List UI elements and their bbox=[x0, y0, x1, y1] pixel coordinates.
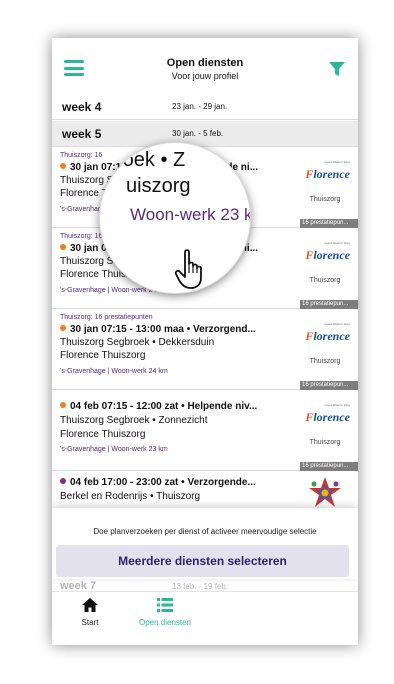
status-dot bbox=[60, 402, 66, 408]
sheet-hint: Doe planverzoeken per dienst of activeer… bbox=[93, 527, 317, 536]
status-dot bbox=[60, 325, 66, 331]
header-titles: Open diensten Voor jouw profiel bbox=[112, 57, 298, 81]
shift-card[interactable]: 04 feb 07:15 - 12:00 zat • Helpende niv.… bbox=[52, 391, 358, 471]
list-icon bbox=[157, 598, 173, 612]
org-label: Thuiszorg bbox=[309, 196, 341, 203]
status-dot bbox=[60, 478, 66, 484]
shift-time-title: 04 feb 07:15 - 12:00 zat • Helpende niv.… bbox=[60, 401, 292, 412]
points-badge: 16 prestatiepun... bbox=[300, 462, 358, 471]
week-range: 13 feb. - 19 feb. bbox=[172, 582, 229, 591]
points-badge: 16 prestatiepun... bbox=[300, 219, 358, 228]
florence-logo: Goed afstel in Zorg Florence bbox=[300, 403, 350, 431]
tab-open-diensten[interactable]: Open diensten bbox=[120, 598, 210, 627]
bottom-tab-bar: Start Open diensten bbox=[52, 591, 358, 645]
shift-time-title: 30 jan 07:15 - 13:00 maa • Verzorgend... bbox=[60, 324, 292, 335]
magnified-distance-text: Woon-werk 23 km bbox=[130, 205, 250, 224]
shift-location: Berkel en Rodenrijs • Thuiszorg bbox=[60, 491, 201, 502]
shift-organisation: Florence Thuiszorg bbox=[60, 429, 146, 440]
logo-wordmark: Florence bbox=[305, 329, 350, 343]
week-range: 23 jan. - 29 jan. bbox=[172, 102, 228, 111]
organisation-star-logo bbox=[309, 477, 341, 507]
shift-location: Thuiszorg Segbroek • Zonnezicht bbox=[60, 415, 208, 426]
logo-tagline: Goed afstel in Zorg bbox=[324, 241, 350, 245]
org-label: Thuiszorg bbox=[309, 277, 341, 284]
week-row-5[interactable]: week 5 30 jan. - 5 feb. bbox=[52, 121, 358, 147]
pointer-hand-icon bbox=[175, 249, 202, 289]
week-label: week 5 bbox=[62, 126, 102, 141]
shift-distance: 's-Gravenhage | Woon-werk 24 km bbox=[60, 368, 168, 375]
multi-select-sheet: Doe planverzoeken per dienst of activeer… bbox=[52, 508, 358, 579]
org-label: Thuiszorg bbox=[309, 358, 341, 365]
logo-tagline: Goed afstel in Zorg bbox=[324, 160, 350, 164]
florence-logo: Goed afstel in Zorg Florence bbox=[300, 241, 350, 269]
logo-tagline: Goed afstel in Zorg bbox=[324, 322, 350, 326]
points-badge: 16 prestatiepun... bbox=[300, 300, 358, 309]
hamburger-menu-icon[interactable] bbox=[64, 60, 84, 76]
florence-logo: Goed afstel in Zorg Florence bbox=[300, 322, 350, 350]
florence-logo: Goed afstel in Zorg Florence bbox=[300, 160, 350, 188]
org-label: Thuiszorg bbox=[309, 439, 341, 446]
points-badge: 16 prestatiepun... bbox=[300, 381, 358, 390]
shift-title-text: 04 feb 17:00 - 23:00 zat • Verzorgende..… bbox=[70, 477, 256, 488]
shift-organisation: Florence Thuiszorg bbox=[60, 350, 146, 361]
week-range: 30 jan. - 5 feb. bbox=[172, 129, 224, 138]
logo-wordmark: Florence bbox=[305, 248, 350, 262]
shift-distance: 's-Gravenhage | Woon-werk 23 km bbox=[60, 446, 168, 453]
home-icon bbox=[82, 598, 98, 612]
status-dot bbox=[60, 163, 66, 169]
shift-title-text: 30 jan 07:15 - 13:00 maa • Verzorgend... bbox=[70, 324, 256, 335]
status-dot bbox=[60, 244, 66, 250]
magnified-text: uiszorg bbox=[126, 175, 191, 197]
logo-wordmark: Florence bbox=[305, 167, 350, 181]
shift-title-text: 04 feb 07:15 - 12:00 zat • Helpende niv.… bbox=[70, 401, 258, 412]
filter-icon[interactable] bbox=[328, 60, 346, 78]
week-label: week 4 bbox=[62, 99, 102, 114]
phone-screen: Open diensten Voor jouw profiel week 4 2… bbox=[52, 38, 358, 645]
tab-label: Open diensten bbox=[138, 618, 192, 627]
logo-tagline: Goed afstel in Zorg bbox=[324, 403, 350, 407]
shift-time-title: 04 feb 17:00 - 23:00 zat • Verzorgende..… bbox=[60, 477, 292, 488]
shift-card[interactable]: Thuiszorg: 16 prestatiepunten 30 jan 07:… bbox=[52, 310, 358, 390]
card-category: Thuiszorg: 16 bbox=[60, 152, 103, 159]
logo-wordmark: Florence bbox=[305, 410, 350, 424]
page-subtitle: Voor jouw profiel bbox=[171, 71, 239, 81]
shift-location: Thuiszorg Segbroek • Dekkersduin bbox=[60, 337, 215, 348]
week-row-4[interactable]: week 4 23 jan. - 29 jan. bbox=[52, 94, 358, 120]
card-category: Thuiszorg: 16 prestatiepunten bbox=[60, 314, 153, 321]
select-multiple-button[interactable]: Meerdere diensten selecteren bbox=[56, 545, 349, 577]
page-title: Open diensten bbox=[166, 57, 244, 69]
magnified-text: roek • Z bbox=[116, 149, 186, 171]
app-header: Open diensten Voor jouw profiel bbox=[52, 38, 358, 94]
